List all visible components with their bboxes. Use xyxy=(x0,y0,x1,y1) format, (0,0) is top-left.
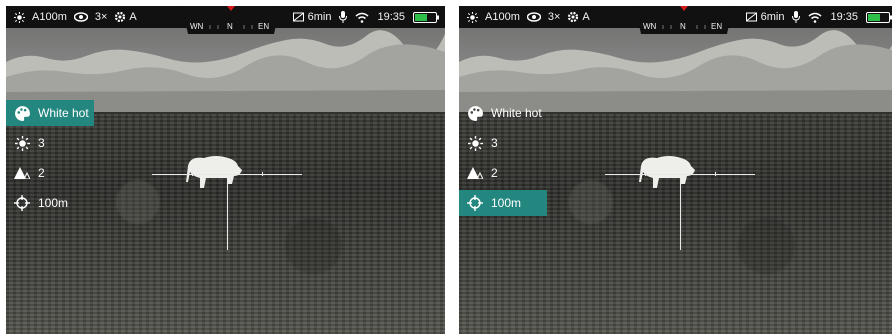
menu-item-contrast-value: 2 xyxy=(491,166,498,180)
viewfinder-screen-left: A100m 3× A 6min 19:35 WN N EN White hot … xyxy=(6,6,445,334)
contrast-icon xyxy=(10,167,34,179)
record-time: 6min xyxy=(307,11,332,23)
zoom-status[interactable]: 3× xyxy=(548,11,561,23)
menu-item-palette[interactable]: White hot xyxy=(459,100,547,126)
recording-status: 6min xyxy=(745,11,785,23)
menu-item-distance[interactable]: 100m xyxy=(459,190,547,216)
reticle-tick xyxy=(262,172,263,176)
reticle-tick xyxy=(192,172,193,176)
wifi-icon[interactable] xyxy=(355,12,369,23)
distance-status: A100m xyxy=(32,11,67,23)
compass-label-wn: WN xyxy=(190,22,204,31)
menu-item-distance-value: 100m xyxy=(38,196,69,210)
boar-target xyxy=(639,156,695,188)
clock: 19:35 xyxy=(830,11,858,23)
palette-icon xyxy=(463,105,487,122)
microphone-icon[interactable] xyxy=(792,11,801,23)
compass-label-n: N xyxy=(680,22,686,31)
quick-menu: White hot 3 2 100m xyxy=(459,100,547,220)
battery-icon xyxy=(866,11,892,23)
compass-label-n: N xyxy=(227,22,233,31)
palette-icon xyxy=(10,105,34,122)
brightness-indicator[interactable] xyxy=(14,11,25,23)
rangefinder-icon xyxy=(10,195,34,211)
calibration-status[interactable]: A xyxy=(114,11,137,23)
compass-strip: WN N EN xyxy=(635,6,733,36)
record-time: 6min xyxy=(760,11,785,23)
settings-gear-icon xyxy=(567,11,579,23)
brightness-indicator[interactable] xyxy=(467,11,478,23)
menu-item-brightness-value: 3 xyxy=(38,136,45,150)
reticle-horizontal xyxy=(605,174,755,175)
sun-icon xyxy=(463,135,487,151)
compass-label-wn: WN xyxy=(643,22,657,31)
clock: 19:35 xyxy=(377,11,405,23)
reticle-tick xyxy=(645,172,646,176)
menu-item-contrast-value: 2 xyxy=(38,166,45,180)
eye-icon[interactable] xyxy=(73,12,88,22)
brightness-icon xyxy=(467,11,478,23)
zoom-status[interactable]: 3× xyxy=(95,11,108,23)
compass-label-en: EN xyxy=(258,22,270,31)
calibration-status[interactable]: A xyxy=(567,11,590,23)
boar-target xyxy=(186,156,242,188)
menu-item-brightness[interactable]: 3 xyxy=(459,130,547,156)
menu-item-palette[interactable]: White hot xyxy=(6,100,94,126)
record-icon xyxy=(745,12,758,22)
rangefinder-icon xyxy=(463,195,487,211)
compass-strip: WN N EN xyxy=(182,6,280,36)
reticle-vertical-lower xyxy=(680,178,681,250)
reticle-vertical-lower xyxy=(227,178,228,250)
reticle-tick xyxy=(715,172,716,176)
calibration-mode: A xyxy=(129,11,137,23)
distance-status: A100m xyxy=(485,11,520,23)
eye-icon[interactable] xyxy=(526,12,541,22)
settings-gear-icon xyxy=(114,11,126,23)
viewfinder-screen-right: A100m 3× A 6min 19:35 WN N EN White hot … xyxy=(459,6,892,334)
record-icon xyxy=(292,12,305,22)
calibration-mode: A xyxy=(582,11,590,23)
sun-icon xyxy=(10,135,34,151)
menu-item-contrast[interactable]: 2 xyxy=(459,160,547,186)
menu-item-palette-label: White hot xyxy=(38,106,89,120)
wifi-icon[interactable] xyxy=(808,12,822,23)
menu-item-distance[interactable]: 100m xyxy=(6,190,94,216)
menu-item-brightness[interactable]: 3 xyxy=(6,130,94,156)
microphone-icon[interactable] xyxy=(339,11,348,23)
menu-item-distance-value: 100m xyxy=(491,196,522,210)
recording-status: 6min xyxy=(292,11,332,23)
menu-item-palette-label: White hot xyxy=(491,106,542,120)
menu-item-contrast[interactable]: 2 xyxy=(6,160,94,186)
contrast-icon xyxy=(463,167,487,179)
menu-item-brightness-value: 3 xyxy=(491,136,498,150)
battery-icon xyxy=(413,11,439,23)
compass-label-en: EN xyxy=(711,22,723,31)
quick-menu: White hot 3 2 100m xyxy=(6,100,94,220)
reticle-horizontal xyxy=(152,174,302,175)
brightness-icon xyxy=(14,11,25,23)
